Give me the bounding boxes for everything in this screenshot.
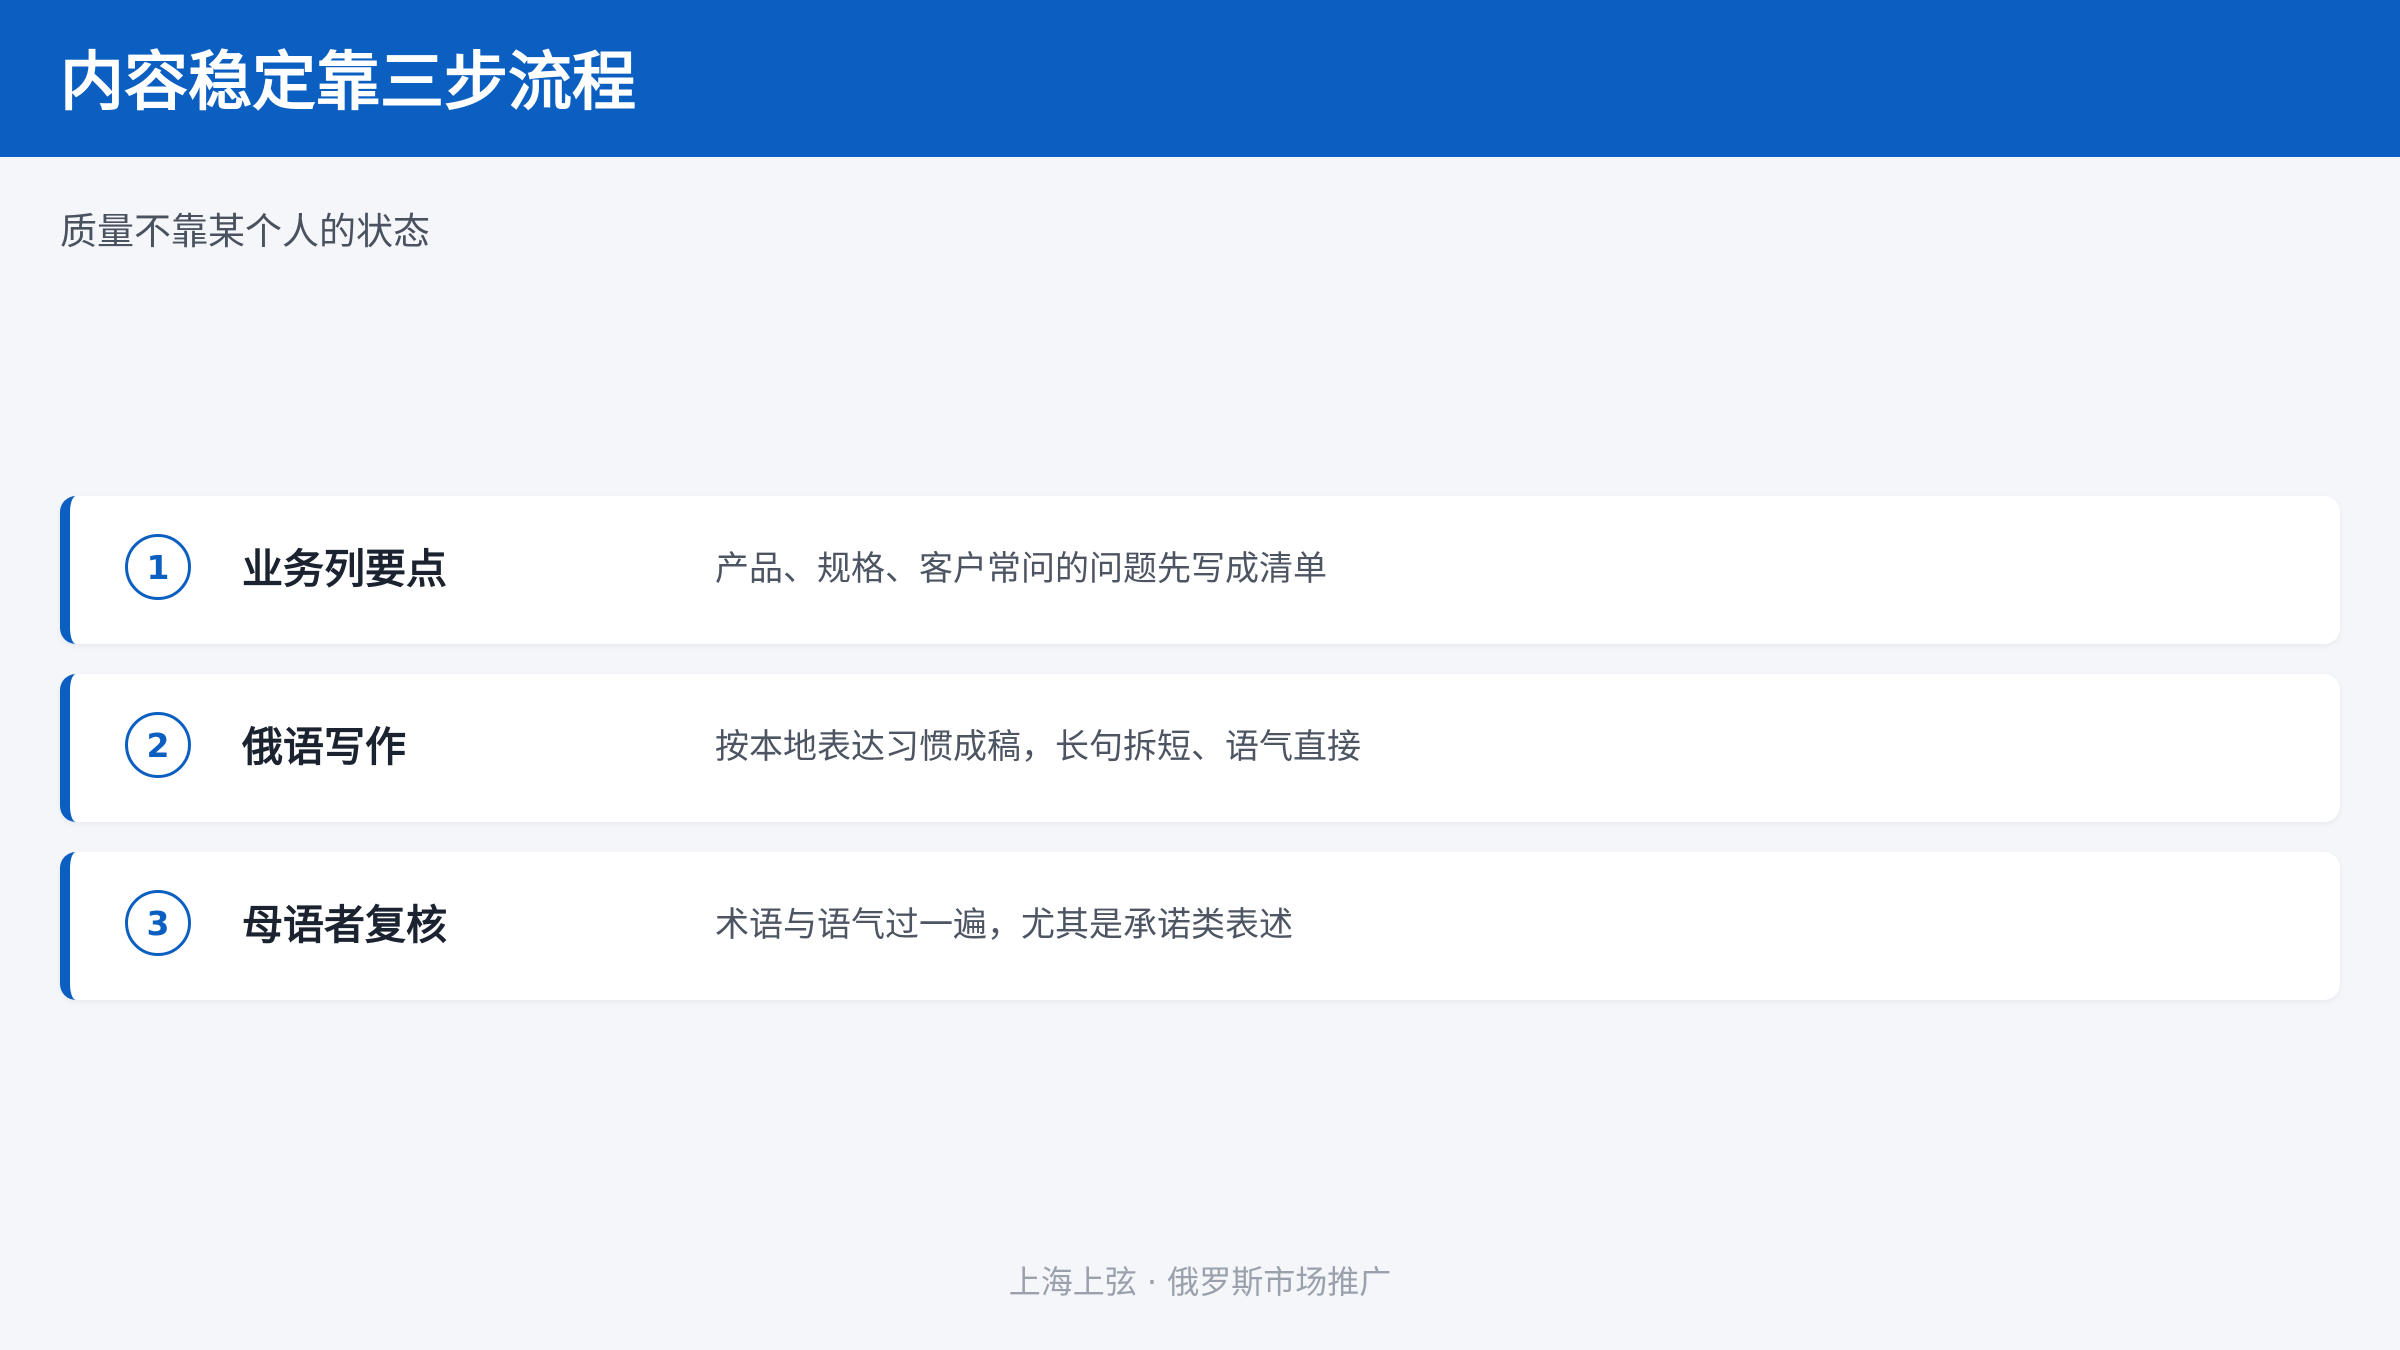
step-card-3: 3 母语者复核 术语与语气过一遍，尤其是承诺类表述	[60, 852, 2340, 1000]
page-title: 内容稳定靠三步流程	[60, 46, 636, 120]
step-description: 产品、规格、客户常问的问题先写成清单	[715, 549, 1327, 589]
step-title: 母语者复核	[242, 901, 447, 949]
step-description: 按本地表达习惯成稿，长句拆短、语气直接	[715, 727, 1361, 767]
step-card-2: 2 俄语写作 按本地表达习惯成稿，长句拆短、语气直接	[60, 674, 2340, 822]
step-number-badge: 3	[125, 890, 191, 956]
step-title: 业务列要点	[242, 545, 447, 593]
step-title: 俄语写作	[242, 723, 406, 771]
process-steps: 1 业务列要点 产品、规格、客户常问的问题先写成清单 2 俄语写作 按本地表达习…	[60, 496, 2340, 1030]
step-number-badge: 1	[125, 534, 191, 600]
step-number-badge: 2	[125, 712, 191, 778]
step-description: 术语与语气过一遍，尤其是承诺类表述	[715, 905, 1293, 945]
step-card-1: 1 业务列要点 产品、规格、客户常问的问题先写成清单	[60, 496, 2340, 644]
footer-caption: 上海上弦 · 俄罗斯市场推广	[1008, 1263, 1392, 1301]
header-bar: 内容稳定靠三步流程	[0, 0, 2400, 157]
page-subtitle: 质量不靠某个人的状态	[60, 210, 430, 253]
